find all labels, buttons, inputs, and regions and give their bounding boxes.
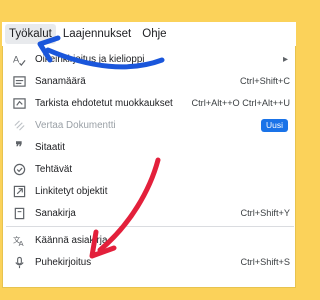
word-count-icon: [12, 74, 26, 88]
shortcut-text: Ctrl+Shift+C: [239, 76, 290, 86]
menu-item-word-count[interactable]: Sanamäärä Ctrl+Shift+C: [6, 70, 294, 92]
menu-item-linked-objects[interactable]: Linkitetyt objektit: [6, 180, 294, 202]
menu-item-label: Linkitetyt objektit: [35, 185, 108, 197]
spellcheck-icon: A: [12, 52, 26, 66]
shortcut-text: Ctrl+Shift+S: [240, 257, 290, 267]
review-edits-icon: [12, 96, 26, 110]
dictionary-icon: [12, 206, 26, 220]
menu-item-label: Tarkista ehdotetut muokkaukset: [35, 97, 173, 109]
quote-icon: ❞: [15, 139, 23, 154]
svg-text:A: A: [18, 239, 23, 247]
menu-divider: [6, 226, 294, 227]
menu-item-tasks[interactable]: Tehtävät: [6, 158, 294, 180]
menu-item-label: Tehtävät: [35, 163, 73, 175]
menu-extensions[interactable]: Laajennukset: [59, 24, 135, 44]
menu-item-review-edits[interactable]: Tarkista ehdotetut muokkaukset Ctrl+Alt+…: [6, 92, 294, 114]
tasks-icon: [12, 162, 26, 176]
translate-icon: 文A: [12, 233, 26, 247]
menu-item-citations[interactable]: ❞ Sitaatit: [6, 136, 294, 158]
menu-item-label: Sanamäärä: [35, 75, 86, 87]
menu-item-label: Sanakirja: [35, 207, 76, 219]
menubar: Työkalut Laajennukset Ohje: [2, 22, 296, 46]
chevron-right-icon: ▸: [282, 53, 288, 65]
menu-item-label: Vertaa Dokumentti: [35, 119, 116, 131]
menu-item-spellcheck[interactable]: A Oikeinkirjoitus ja kielioppi ▸: [6, 48, 294, 70]
tools-dropdown: A Oikeinkirjoitus ja kielioppi ▸ Sanamää…: [6, 48, 294, 284]
compare-icon: [12, 118, 26, 132]
svg-text:A: A: [13, 54, 20, 64]
menu-item-dictionary[interactable]: Sanakirja Ctrl+Shift+Y: [6, 202, 294, 224]
menu-item-compare[interactable]: Vertaa Dokumentti Uusi: [6, 114, 294, 136]
shortcut-text: Ctrl+Shift+Y: [240, 208, 290, 218]
menu-item-label: Sitaatit: [35, 141, 65, 153]
screenshot-frame: Työkalut Laajennukset Ohje A Oikeinkirjo…: [0, 0, 300, 300]
new-badge: Uusi: [260, 118, 288, 132]
menu-tools[interactable]: Työkalut: [5, 24, 56, 44]
menu-item-voice-typing[interactable]: Puhekirjoitus Ctrl+Shift+S: [6, 251, 294, 273]
menu-item-label: Puhekirjoitus: [35, 256, 92, 268]
linked-objects-icon: [12, 184, 26, 198]
menu-item-translate[interactable]: 文A Käännä asiakirja: [6, 229, 294, 251]
menu-help[interactable]: Ohje: [138, 24, 170, 44]
menu-item-label: Oikeinkirjoitus ja kielioppi: [35, 53, 145, 65]
menu-item-label: Käännä asiakirja: [35, 234, 108, 246]
microphone-icon: [12, 255, 26, 269]
shortcut-text: Ctrl+Alt++O Ctrl+Alt++U: [191, 98, 290, 108]
